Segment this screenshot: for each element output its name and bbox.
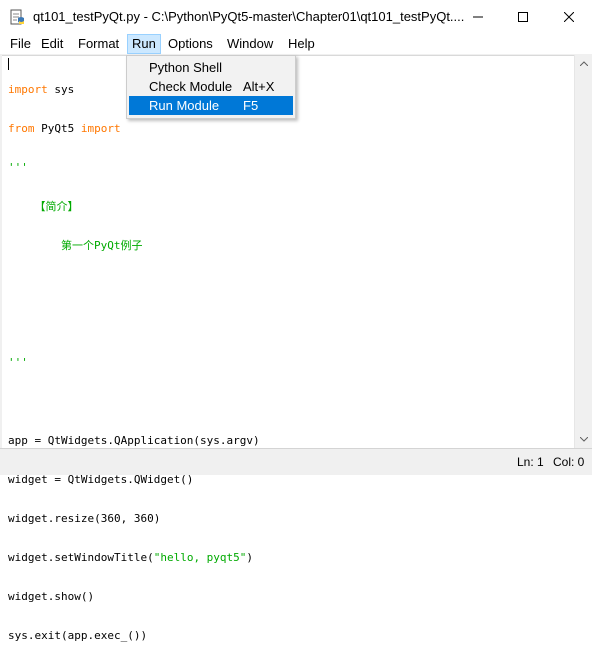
code-line: from PyQt5 import <box>8 122 260 135</box>
scroll-up-icon <box>579 61 588 66</box>
menu-file[interactable]: File <box>6 34 35 54</box>
code-line: sys.exit(app.exec_()) <box>8 629 148 642</box>
text-cursor <box>8 58 9 70</box>
keyword-token: import <box>8 83 48 96</box>
menu-item-label: Check Module <box>149 79 233 94</box>
menu-help[interactable]: Help <box>284 34 319 54</box>
minimize-icon <box>473 16 483 18</box>
column-number: Col: 0 <box>553 455 585 469</box>
menu-edit[interactable]: Edit <box>37 34 67 54</box>
code-line: widget.show() <box>8 590 95 603</box>
status-bar: Ln: 1 Col: 0 <box>0 448 592 475</box>
menu-item-run-module[interactable]: Run Module F5 <box>129 96 293 115</box>
code-line: 【简介】 <box>8 200 79 213</box>
maximize-icon <box>518 12 528 22</box>
menu-format[interactable]: Format <box>74 34 123 54</box>
scroll-down-button[interactable] <box>575 431 592 448</box>
code-token: ) <box>246 551 254 564</box>
menu-item-shortcut: Alt+X <box>243 79 275 94</box>
close-button[interactable] <box>546 0 592 34</box>
vertical-scrollbar[interactable] <box>574 55 592 448</box>
maximize-button[interactable] <box>500 0 546 34</box>
code-line: app = QtWidgets.QApplication(sys.argv) <box>8 434 260 447</box>
code-line: ''' <box>8 356 28 369</box>
code-text: import sys from PyQt5 import ''' 【简介】 第一… <box>8 57 260 668</box>
code-line: 第一个PyQt例子 <box>8 239 143 252</box>
code-token: PyQt5 <box>34 122 81 135</box>
line-number: Ln: 1 <box>517 455 544 469</box>
menu-item-python-shell[interactable]: Python Shell <box>129 58 293 77</box>
keyword-token: import <box>80 122 121 135</box>
menu-item-shortcut: F5 <box>243 98 259 113</box>
menu-item-label: Run Module <box>149 98 220 113</box>
idle-python-icon <box>9 9 26 26</box>
menu-item-check-module[interactable]: Check Module Alt+X <box>129 77 293 96</box>
window-title: qt101_testPyQt.py - C:\Python\PyQt5-mast… <box>33 9 465 24</box>
code-line: widget.resize(360, 360) <box>8 512 161 525</box>
code-line: widget.setWindowTitle("hello, pyqt5") <box>8 551 260 564</box>
menu-options[interactable]: Options <box>164 34 217 54</box>
close-icon <box>564 12 574 22</box>
idle-editor-window: qt101_testPyQt.py - C:\Python\PyQt5-mast… <box>0 0 592 642</box>
run-menu-dropdown: Python Shell Check Module Alt+X Run Modu… <box>126 55 296 119</box>
menu-window[interactable]: Window <box>223 34 277 54</box>
string-token: "hello, pyqt5" <box>153 551 247 564</box>
menu-run[interactable]: Run <box>127 34 161 54</box>
code-token: widget.setWindowTitle( <box>8 551 154 564</box>
code-line: ''' <box>8 161 28 174</box>
scroll-down-icon <box>579 437 588 442</box>
scroll-up-button[interactable] <box>575 55 592 72</box>
menu-bar: File Edit Format Run Options Window Help <box>0 34 592 54</box>
minimize-button[interactable] <box>455 0 501 34</box>
title-bar: qt101_testPyQt.py - C:\Python\PyQt5-mast… <box>0 0 592 34</box>
code-token: sys <box>47 83 75 96</box>
menu-item-label: Python Shell <box>149 60 222 75</box>
keyword-token: from <box>8 122 35 135</box>
